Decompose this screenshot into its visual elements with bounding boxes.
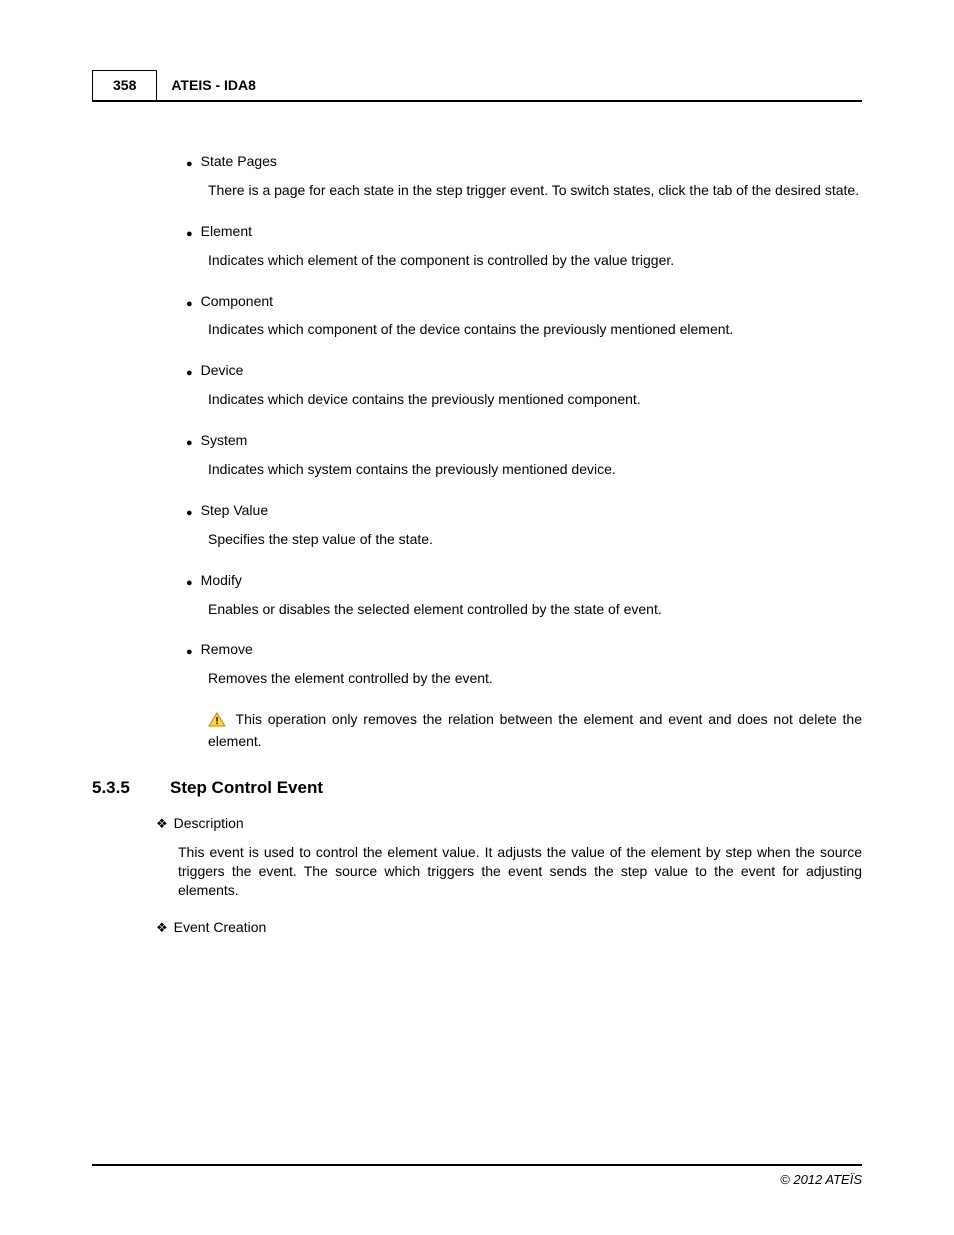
document-title: ATEIS - IDA8 <box>157 70 270 100</box>
bullet-icon: ● <box>186 647 193 658</box>
bullet-title: Remove <box>201 640 253 659</box>
bullet-title: Component <box>201 292 273 311</box>
bullet-description: Indicates which element of the component… <box>208 251 862 270</box>
subheading-label: Description <box>174 814 244 833</box>
bullet-description: Removes the element controlled by the ev… <box>208 669 862 688</box>
page-footer: © 2012 ATEÏS <box>92 1164 862 1187</box>
bullet-system: ● System Indicates which system contains… <box>186 431 862 479</box>
subheading-event-creation: ❖ Event Creation <box>156 918 862 937</box>
section-heading: 5.3.5 Step Control Event <box>92 777 862 800</box>
bullet-state-pages: ● State Pages There is a page for each s… <box>186 152 862 200</box>
warning-icon <box>208 712 226 732</box>
bullet-title: Modify <box>201 571 242 590</box>
bullet-element: ● Element Indicates which element of the… <box>186 222 862 270</box>
warning-text: This operation only removes the relation… <box>208 711 862 749</box>
bullet-title: Element <box>201 222 252 241</box>
subheading-label: Event Creation <box>174 918 267 937</box>
page-header: 358 ATEIS - IDA8 <box>92 70 862 102</box>
bullet-title: System <box>201 431 248 450</box>
bullet-component: ● Component Indicates which component of… <box>186 292 862 340</box>
copyright-text: © 2012 ATEÏS <box>780 1172 862 1187</box>
bullet-title: Step Value <box>201 501 268 520</box>
bullet-step-value: ● Step Value Specifies the step value of… <box>186 501 862 549</box>
bullet-icon: ● <box>186 299 193 310</box>
page-number: 358 <box>92 70 157 100</box>
bullet-modify: ● Modify Enables or disables the selecte… <box>186 571 862 619</box>
bullet-icon: ● <box>186 438 193 449</box>
bullet-device: ● Device Indicates which device contains… <box>186 361 862 409</box>
bullet-title: Device <box>201 361 244 380</box>
bullet-description: Indicates which component of the device … <box>208 320 862 339</box>
bullet-description: Indicates which system contains the prev… <box>208 460 862 479</box>
bullet-icon: ● <box>186 368 193 379</box>
section-description-text: This event is used to control the elemen… <box>178 843 862 900</box>
bullet-description: Specifies the step value of the state. <box>208 530 862 549</box>
bullet-icon: ● <box>186 578 193 589</box>
section-number: 5.3.5 <box>92 777 170 800</box>
bullet-description: Enables or disables the selected element… <box>208 600 862 619</box>
diamond-icon: ❖ <box>156 919 168 937</box>
section-title: Step Control Event <box>170 777 323 800</box>
bullet-remove: ● Remove Removes the element controlled … <box>186 640 862 751</box>
bullet-icon: ● <box>186 159 193 170</box>
bullet-icon: ● <box>186 229 193 240</box>
bullet-icon: ● <box>186 508 193 519</box>
page-content: ● State Pages There is a page for each s… <box>92 152 862 936</box>
diamond-icon: ❖ <box>156 815 168 833</box>
bullet-description: There is a page for each state in the st… <box>208 181 862 200</box>
warning-note: This operation only removes the relation… <box>208 710 862 751</box>
bullet-description: Indicates which device contains the prev… <box>208 390 862 409</box>
subheading-description: ❖ Description <box>156 814 862 833</box>
bullet-title: State Pages <box>201 152 277 171</box>
document-page: 358 ATEIS - IDA8 ● State Pages There is … <box>0 0 954 1235</box>
